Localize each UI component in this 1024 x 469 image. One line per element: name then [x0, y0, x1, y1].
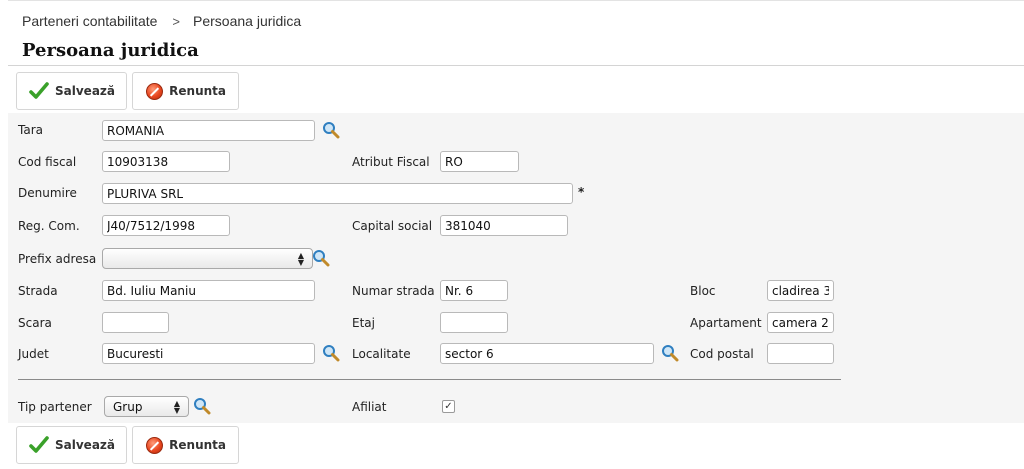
label-capital-social: Capital social [352, 219, 433, 233]
select-arrows-icon: ▲ ▼ [297, 250, 304, 267]
label-atribut-fiscal: Atribut Fiscal [352, 155, 430, 169]
required-marker: * [578, 185, 585, 199]
judet-input[interactable] [102, 343, 315, 364]
label-localitate: Localitate [352, 347, 411, 361]
red-no-entry-icon [145, 435, 163, 455]
label-cod-fiscal: Cod fiscal [18, 155, 77, 169]
label-reg-com: Reg. Com. [18, 219, 80, 233]
denumire-input[interactable] [102, 183, 573, 204]
prefix-adresa-magnifier-icon[interactable] [312, 249, 330, 267]
label-etaj: Etaj [352, 316, 375, 330]
top-border [8, 0, 1024, 1]
cancel-button[interactable]: Renunta [132, 72, 239, 110]
breadcrumb-current: Persoana juridica [193, 13, 302, 29]
afiliat-checkbox[interactable]: ✓ [442, 400, 455, 413]
red-no-entry-icon [145, 81, 163, 101]
label-scara: Scara [18, 316, 52, 330]
tip-partener-magnifier-icon[interactable] [193, 397, 211, 415]
save-button-bottom[interactable]: Salvează [16, 426, 127, 464]
cancel-button-bottom[interactable]: Renunta [132, 426, 239, 464]
tip-partener-value: Grup [113, 399, 143, 414]
cod-fiscal-input[interactable] [102, 151, 230, 172]
scara-input[interactable] [102, 312, 169, 333]
breadcrumb: Parteneri contabilitate > Persoana jurid… [22, 13, 301, 29]
bloc-input[interactable] [767, 280, 834, 301]
title-divider [8, 65, 1024, 66]
reg-com-input[interactable] [102, 215, 230, 236]
cancel-button-label: Renunta [169, 438, 226, 452]
green-check-icon [29, 81, 49, 101]
etaj-input[interactable] [440, 312, 508, 333]
label-bloc: Bloc [690, 284, 716, 298]
label-strada: Strada [18, 284, 58, 298]
label-tara: Tara [18, 123, 43, 137]
section-divider [18, 379, 841, 380]
label-apartament: Apartament [690, 316, 762, 330]
localitate-input[interactable] [440, 343, 654, 364]
cod-postal-input[interactable] [767, 343, 834, 364]
label-tip-partener: Tip partener [18, 400, 92, 414]
green-check-icon [29, 435, 49, 455]
cancel-button-label: Renunta [169, 84, 226, 98]
label-denumire: Denumire [18, 186, 77, 200]
tara-magnifier-icon[interactable] [322, 121, 340, 139]
numar-strada-input[interactable] [440, 280, 508, 301]
breadcrumb-separator: > [172, 13, 181, 29]
prefix-adresa-select[interactable]: ▲ ▼ [102, 248, 313, 269]
capital-social-input[interactable] [440, 215, 568, 236]
select-arrows-icon: ▲ ▼ [173, 398, 180, 415]
top-toolbar: Salvează Renunta [16, 72, 244, 110]
label-prefix-adresa: Prefix adresa [18, 252, 97, 266]
save-button-label: Salvează [55, 438, 115, 452]
bottom-toolbar: Salvează Renunta [16, 426, 244, 464]
page-title: Persoana juridica [22, 40, 199, 61]
save-button[interactable]: Salvează [16, 72, 127, 110]
label-afiliat: Afiliat [352, 400, 387, 414]
label-judet: Judet [18, 347, 49, 361]
label-cod-postal: Cod postal [690, 347, 754, 361]
localitate-magnifier-icon[interactable] [661, 344, 679, 362]
strada-input[interactable] [102, 280, 315, 301]
breadcrumb-parent-link[interactable]: Parteneri contabilitate [22, 13, 157, 29]
label-numar-strada: Numar strada [352, 284, 435, 298]
judet-magnifier-icon[interactable] [322, 344, 340, 362]
form-panel: Tara Cod fiscal Atribut Fiscal Denumire … [8, 113, 1024, 423]
tip-partener-select[interactable]: Grup ▲ ▼ [104, 396, 189, 417]
save-button-label: Salvează [55, 84, 115, 98]
atribut-fiscal-input[interactable] [440, 151, 519, 172]
apartament-input[interactable] [767, 312, 834, 333]
tara-input[interactable] [102, 120, 315, 141]
